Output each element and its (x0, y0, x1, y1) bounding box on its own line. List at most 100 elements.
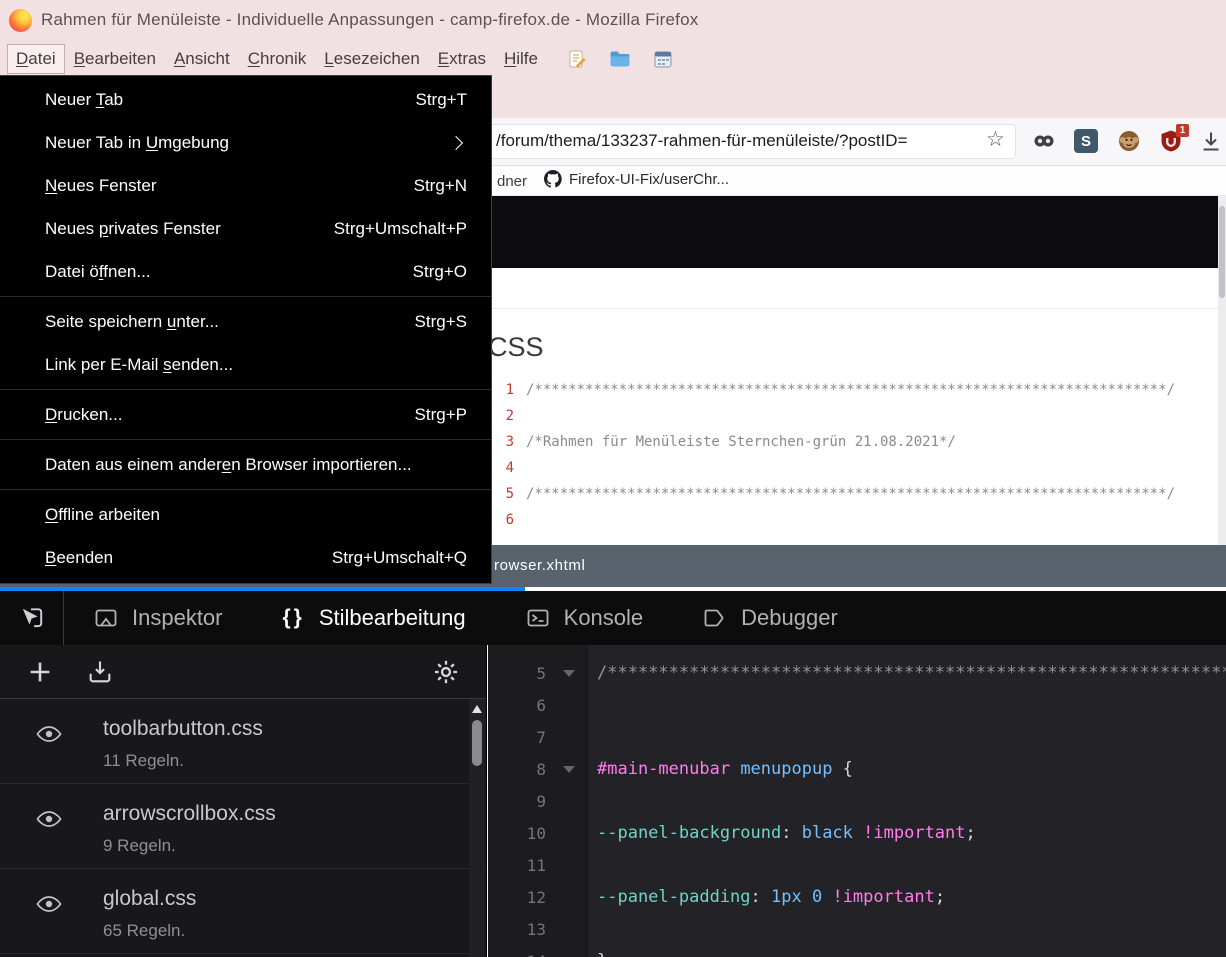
stylesheet-info: global.css65 Regeln. (103, 887, 486, 941)
scrollbar-up-arrow-icon[interactable] (472, 705, 482, 713)
menu-item-neuer-tab-in-umgebung[interactable]: Neuer Tab in Umgebung (0, 121, 491, 164)
fold-arrow-icon[interactable] (550, 766, 588, 773)
label-pre: Neuer Tab in (45, 133, 146, 152)
menu-item-shortcut: Strg+N (414, 176, 467, 196)
style-editor-toolbar (0, 645, 486, 699)
menu-item-daten-aus-einem-anderen-browser-importieren[interactable]: Daten aus einem anderen Browser importie… (0, 443, 491, 486)
tampermonkey-extension-icon[interactable] (1117, 129, 1141, 153)
code-line: 1/**************************************… (488, 377, 1175, 403)
bookmark-label: Firefox-UI-Fix/userChr... (569, 171, 729, 188)
menu-item-drucken[interactable]: Drucken...Strg+P (0, 393, 491, 436)
code-line-text: /*Rahmen für Menüleiste Sternchen-grün 2… (526, 434, 956, 450)
new-stylesheet-button[interactable] (26, 658, 54, 686)
menu-item-neues-privates-fenster[interactable]: Neues privates FensterStrg+Umschalt+P (0, 207, 491, 250)
label-post: hronik (260, 49, 306, 69)
label-post: mgebung (158, 133, 229, 152)
menu-item-neues-fenster[interactable]: Neues Fenster Strg+N (0, 164, 491, 207)
tab-debugger[interactable]: Debugger (673, 591, 868, 645)
token-prop: --panel-padding (597, 887, 751, 907)
menu-item-label: Daten aus einem anderen Browser importie… (45, 455, 412, 475)
token-tag: menupopup (740, 759, 832, 779)
scrollbar-thumb[interactable] (472, 720, 482, 766)
settings-gear-icon[interactable] (432, 658, 460, 686)
menubar-toolbar-icons (567, 49, 673, 69)
token-prop: --panel-background (597, 823, 781, 843)
label-accesskey: u (167, 312, 176, 331)
editor-lines: 5/**************************************… (488, 657, 1226, 957)
stylesheet-rule-count: 9 Regeln. (103, 836, 486, 856)
label-pre: Datei ö (45, 262, 99, 281)
menu-item-label: Drucken... (45, 405, 122, 425)
stylesheet-list: toolbarbutton.css11 Regeln.arrowscrollbo… (0, 699, 486, 957)
menu-item-seite-speichern-unter[interactable]: Seite speichern unter...Strg+S (0, 300, 491, 343)
pick-element-button[interactable] (0, 591, 64, 645)
tab-inspektor[interactable]: Inspektor (64, 591, 253, 645)
tab-stilbearbeitung[interactable]: {}Stilbearbeitung (253, 591, 496, 645)
menu-item-label: Neuer Tab (45, 90, 123, 110)
visibility-eye-icon[interactable] (36, 895, 62, 918)
label-post: xtras (449, 49, 486, 69)
bookmark-folder-fragment[interactable]: dner (497, 173, 527, 190)
label-post: n Browser importieren... (231, 455, 411, 474)
editor-code-text: --panel-background: black !important; (588, 823, 976, 843)
menu-item-label: Beenden (45, 548, 113, 568)
import-stylesheet-button[interactable] (86, 658, 114, 686)
menubar-item-chronik[interactable]: Chronik (239, 44, 316, 74)
menu-item-datei-ffnen[interactable]: Datei öffnen...Strg+O (0, 250, 491, 293)
stylus-label: S (1074, 129, 1098, 153)
stylesheet-list-scrollbar[interactable] (469, 699, 485, 957)
menu-item-neuer-tab[interactable]: Neuer TabStrg+T (0, 78, 491, 121)
menu-item-offline-arbeiten[interactable]: Offline arbeiten (0, 493, 491, 536)
bookmark-star-icon[interactable]: ☆ (986, 127, 1005, 151)
editor-line-number: 13 (488, 920, 550, 939)
label-accesskey: U (146, 133, 158, 152)
tab-label: Konsole (564, 605, 644, 631)
menubar-item-extras[interactable]: Extras (429, 44, 495, 74)
download-icon[interactable] (1199, 129, 1223, 153)
stylesheet-item-toolbarbutton-css[interactable]: toolbarbutton.css11 Regeln. (0, 699, 486, 784)
page-scrollbar-thumb[interactable] (1219, 206, 1225, 298)
url-text: /forum/thema/133237-rahmen-für-menüleist… (496, 131, 908, 151)
calendar-icon[interactable] (653, 49, 673, 69)
bookmark-github-item[interactable]: Firefox-UI-Fix/userChr... (544, 170, 729, 188)
menubar-item-hilfe[interactable]: Hilfe (495, 44, 547, 74)
eyes-extension-icon[interactable] (1032, 129, 1056, 153)
tab-konsole[interactable]: Konsole (496, 591, 674, 645)
debugger-icon (703, 606, 727, 630)
label-accesskey: O (45, 505, 58, 524)
token-plain: : (781, 823, 801, 843)
editor-line-number: 5 (488, 664, 550, 683)
fold-arrow-icon[interactable] (550, 670, 588, 677)
menubar-item-ansicht[interactable]: Ansicht (165, 44, 239, 74)
label-post: ilfe (516, 49, 538, 69)
style-editor-source[interactable]: 5/**************************************… (488, 645, 1226, 957)
label-accesskey: e (222, 455, 231, 474)
editor-line-number: 10 (488, 824, 550, 843)
content-divider (488, 308, 1218, 309)
menubar-item-datei[interactable]: Datei (7, 44, 65, 74)
label-post: ab (104, 90, 123, 109)
menu-item-beenden[interactable]: BeendenStrg+Umschalt+Q (0, 536, 491, 579)
note-icon[interactable] (567, 49, 587, 69)
page-scrollbar[interactable] (1218, 196, 1226, 545)
folder-icon[interactable] (609, 50, 631, 68)
menubar-item-bearbeiten[interactable]: Bearbeiten (65, 44, 165, 74)
menu-item-link-per-e-mail-senden[interactable]: Link per E-Mail senden... (0, 343, 491, 386)
editor-line: 13 (488, 913, 1226, 945)
code-line: 2 (488, 403, 1175, 429)
menu-separator (0, 489, 491, 490)
visibility-eye-icon[interactable] (36, 725, 62, 748)
stylesheet-item-arrowscrollbox-css[interactable]: arrowscrollbox.css9 Regeln. (0, 784, 486, 869)
menu-item-label: Neues Fenster (45, 176, 157, 196)
ublock-extension-icon[interactable]: 1 (1159, 129, 1183, 153)
tab-label: Inspektor (132, 605, 223, 631)
token-value: black (802, 823, 853, 843)
stylesheet-item-global-css[interactable]: global.css65 Regeln. (0, 869, 486, 954)
label-post: rivates Fenster (108, 219, 220, 238)
console-icon (526, 606, 550, 630)
visibility-eye-icon[interactable] (36, 810, 62, 833)
stylus-extension-icon[interactable]: S (1074, 129, 1098, 153)
editor-line-number: 9 (488, 792, 550, 811)
menubar-item-lesezeichen[interactable]: Lesezeichen (315, 44, 428, 74)
github-icon (544, 170, 562, 188)
